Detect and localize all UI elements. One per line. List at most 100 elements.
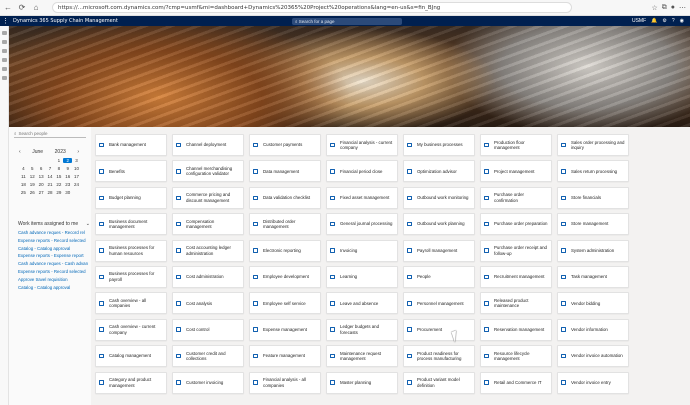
workspace-tile[interactable]: Data validation checklist: [249, 186, 321, 209]
workspace-tile[interactable]: Commerce pricing and discount management: [172, 186, 244, 209]
user-avatar[interactable]: ◉: [680, 18, 684, 24]
calendar-day[interactable]: 5: [28, 166, 37, 171]
calendar-day[interactable]: 11: [19, 174, 28, 179]
workspace-tile[interactable]: Business processes for human resources: [95, 239, 167, 262]
workspace-tile[interactable]: Outbound work monitoring: [403, 186, 475, 209]
workspace-tile[interactable]: Maintenance request management: [326, 345, 398, 368]
workspace-tile[interactable]: Task management: [557, 265, 629, 288]
work-item-link[interactable]: Expense reports - Record selected: [18, 269, 90, 277]
workspace-tile[interactable]: Cash overview - all companies: [95, 292, 167, 315]
workspace-tile[interactable]: Sales order processing and inquiry: [557, 134, 629, 156]
work-item-link[interactable]: Catalog - Catalog approval: [18, 246, 90, 254]
workspace-tile[interactable]: Financial analysis - all companies: [249, 371, 321, 394]
calendar-day[interactable]: 16: [63, 174, 72, 179]
workspace-tile[interactable]: Released product maintenance: [480, 292, 552, 315]
calendar-day[interactable]: 1: [54, 158, 63, 163]
calendar-day[interactable]: 13: [37, 174, 46, 179]
calendar-day[interactable]: 6: [37, 166, 46, 171]
workspace-tile[interactable]: Procurement: [403, 318, 475, 341]
calendar-day[interactable]: 17: [72, 174, 81, 179]
calendar-day[interactable]: 29: [54, 190, 63, 195]
calendar-day[interactable]: 10: [72, 166, 81, 171]
workspaces-icon[interactable]: [2, 67, 7, 71]
favorites-icon[interactable]: [2, 49, 7, 53]
calendar-day[interactable]: 22: [54, 182, 63, 187]
back-icon[interactable]: ←: [2, 2, 14, 14]
workspace-tile[interactable]: My business processes: [403, 134, 475, 156]
workspace-tile[interactable]: Store management: [557, 213, 629, 236]
page-search[interactable]: ⌕ Search for a page: [292, 18, 402, 25]
workspace-tile[interactable]: Business processes for payroll: [95, 265, 167, 288]
calendar-day[interactable]: 21: [46, 182, 55, 187]
work-item-link[interactable]: Expense reports - Expense report: [18, 253, 90, 261]
workspace-tile[interactable]: Cost accounting ledger administration: [172, 239, 244, 262]
workspace-tile[interactable]: Learning: [326, 265, 398, 288]
workspace-tile[interactable]: Compensation management: [172, 213, 244, 236]
workspace-tile[interactable]: Purchase order preparation: [480, 213, 552, 236]
workspace-tile[interactable]: Catalog management: [95, 345, 167, 368]
workspace-tile[interactable]: Financial analysis - current company: [326, 134, 398, 156]
menu-icon[interactable]: [2, 31, 7, 35]
workspace-tile[interactable]: Payroll management: [403, 239, 475, 262]
workspace-tile[interactable]: Project management: [480, 160, 552, 183]
workspace-tile[interactable]: Production floor management: [480, 134, 552, 156]
workspace-tile[interactable]: Purchase order confirmation: [480, 186, 552, 209]
calendar-day[interactable]: 3: [72, 158, 81, 163]
workspace-tile[interactable]: Budget planning: [95, 186, 167, 209]
workspace-tile[interactable]: Electronic reporting: [249, 239, 321, 262]
workspace-tile[interactable]: Outbound work planning: [403, 213, 475, 236]
workspace-tile[interactable]: Benefits: [95, 160, 167, 183]
workspace-tile[interactable]: Vendor invoice entry: [557, 371, 629, 394]
workspace-tile[interactable]: Store financials: [557, 186, 629, 209]
calendar-day[interactable]: 25: [19, 190, 28, 195]
workspace-tile[interactable]: Bank management: [95, 134, 167, 156]
workspace-tile[interactable]: Ledger budgets and forecasts: [326, 318, 398, 341]
workspace-tile[interactable]: Cash overview - current company: [95, 318, 167, 341]
workspace-tile[interactable]: Leave and absence: [326, 292, 398, 315]
workspace-tile[interactable]: Category and product management: [95, 371, 167, 394]
home-icon[interactable]: [2, 40, 7, 44]
calendar-day[interactable]: 27: [37, 190, 46, 195]
calendar-day[interactable]: 18: [19, 182, 28, 187]
workspace-tile[interactable]: Cost analysis: [172, 292, 244, 315]
search-people-input[interactable]: ⌕ Search people: [14, 130, 86, 138]
calendar-prev-icon[interactable]: ‹: [19, 149, 21, 155]
settings-icon[interactable]: ⚙: [662, 18, 666, 24]
calendar-day[interactable]: 12: [28, 174, 37, 179]
workspace-tile[interactable]: Vendor invoice automation: [557, 345, 629, 368]
workspace-tile[interactable]: Employee self service: [249, 292, 321, 315]
calendar-year[interactable]: 2023: [55, 149, 66, 155]
favorites-icon[interactable]: ☆: [651, 4, 657, 12]
calendar-day[interactable]: 23: [63, 182, 72, 187]
workspace-tile[interactable]: Expense management: [249, 318, 321, 341]
workspace-tile[interactable]: Fixed asset management: [326, 186, 398, 209]
help-icon[interactable]: ?: [672, 18, 675, 24]
calendar-day[interactable]: 4: [19, 166, 28, 171]
workspace-tile[interactable]: Distributed order management: [249, 213, 321, 236]
workspace-tile[interactable]: Product readiness for process manufactur…: [403, 345, 475, 368]
calendar-day[interactable]: 8: [54, 166, 63, 171]
calendar-day[interactable]: 14: [46, 174, 55, 179]
calendar-month[interactable]: June: [32, 149, 43, 155]
home-icon[interactable]: ⌂: [30, 2, 42, 14]
work-item-link[interactable]: Catalog - Catalog approval: [18, 285, 90, 293]
workspace-tile[interactable]: Purchase order receipt and follow-up: [480, 239, 552, 262]
workspace-tile[interactable]: Channel merchandising configuration vali…: [172, 160, 244, 183]
workspace-tile[interactable]: Vendor bidding: [557, 292, 629, 315]
workspace-tile[interactable]: Reservation management: [480, 318, 552, 341]
calendar-day[interactable]: 20: [37, 182, 46, 187]
app-launcher-icon[interactable]: ⋮: [2, 17, 10, 25]
workspace-tile[interactable]: Customer payments: [249, 134, 321, 156]
work-item-link[interactable]: Expense reports - Record selected: [18, 238, 90, 246]
notifications-icon[interactable]: 🔔: [651, 18, 657, 24]
workspace-tile[interactable]: Financial period close: [326, 160, 398, 183]
refresh-icon[interactable]: ⟳: [16, 2, 28, 14]
company-picker[interactable]: USMF: [632, 18, 646, 24]
calendar-day[interactable]: 19: [28, 182, 37, 187]
modules-icon[interactable]: [2, 76, 7, 80]
workspace-tile[interactable]: Retail and Commerce IT: [480, 371, 552, 394]
work-item-link[interactable]: Approve travel requisition: [18, 277, 90, 285]
workspace-tile[interactable]: Product variant model definition: [403, 371, 475, 394]
workspace-tile[interactable]: Employee development: [249, 265, 321, 288]
workspace-tile[interactable]: Vendor information: [557, 318, 629, 341]
